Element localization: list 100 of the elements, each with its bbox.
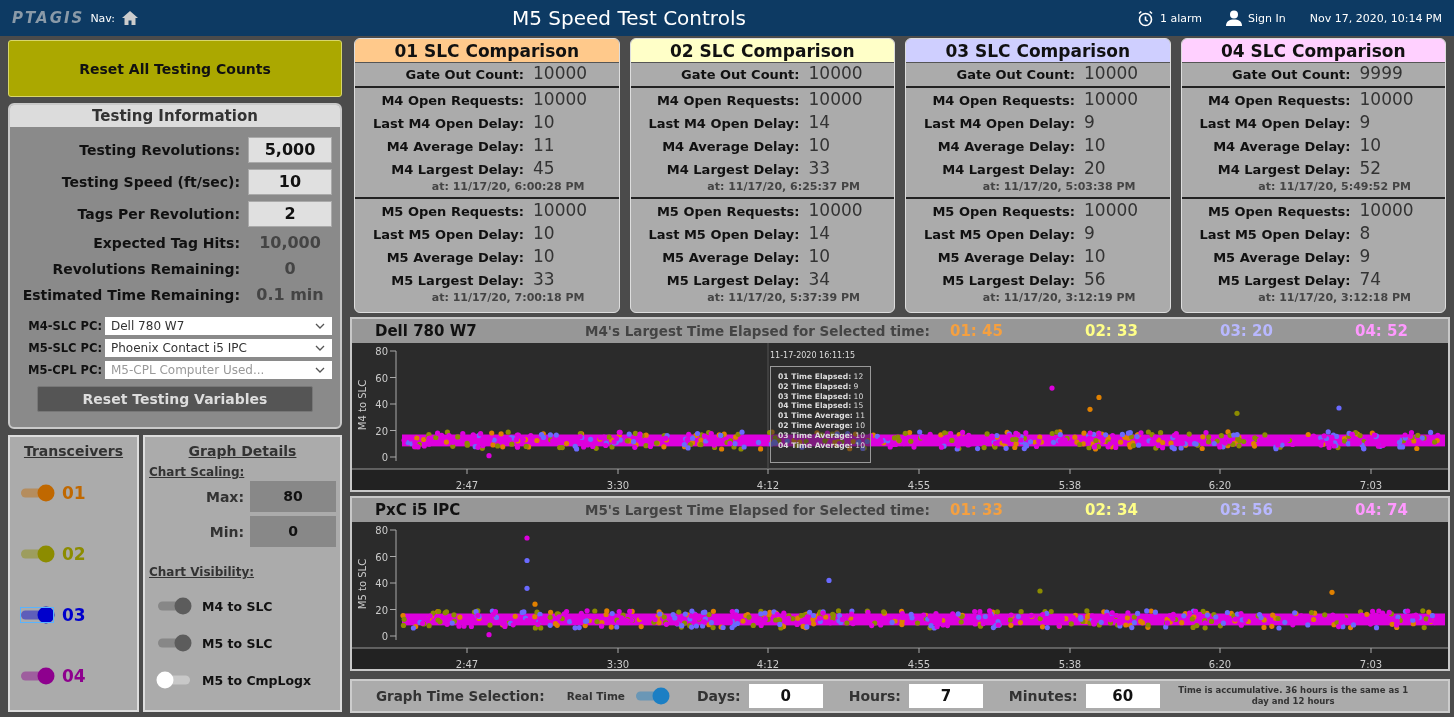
largest-value: 01: 33 (950, 501, 1004, 519)
largest-value: 04: 74 (1355, 501, 1409, 519)
alarm-clock-icon[interactable] (1136, 9, 1154, 27)
y-tick-label: 80 (375, 525, 388, 536)
stat-label: Gate Out Count: (404, 66, 524, 84)
visibility-toggle[interactable] (155, 596, 193, 616)
visibility-label: M5 to CmpLogx (202, 672, 312, 688)
readout-value: 0.1 min (255, 285, 325, 305)
stat-value: 9 (1359, 112, 1372, 132)
stat-label: M5 Average Delay: (936, 249, 1075, 267)
stat-label: M5 Largest Delay: (665, 272, 800, 290)
chevron-down-icon[interactable] (315, 367, 325, 373)
stat-label: Last M4 Open Delay: (647, 115, 800, 133)
transceiver-toggle[interactable] (18, 604, 56, 625)
reset-all-button[interactable]: Reset All Testing Counts (8, 40, 342, 97)
transceiver-toggle[interactable] (18, 544, 56, 565)
x-tick-label: 7:03 (1359, 659, 1383, 669)
select-field[interactable]: Phoenix Contact i5 IPC (105, 339, 332, 357)
stat-label: M4 Average Delay: (936, 138, 1075, 156)
real-time-toggle[interactable] (633, 686, 671, 706)
stat-label: M4 Average Delay: (1212, 138, 1351, 156)
readout-label: Revolutions Remaining: (51, 261, 240, 277)
x-tick-label: 6:20 (1208, 480, 1232, 490)
toggle-label: Real Time (566, 690, 625, 702)
input-field[interactable]: 0 (250, 516, 336, 547)
device-name: PxC i5 IPC (375, 501, 462, 519)
card-title: 04 SLC Comparison (1181, 39, 1445, 63)
stat-label: M4 Open Requests: (380, 92, 524, 110)
largest-value: 04: 52 (1355, 322, 1409, 340)
date-time: Nov 17, 2020, 10:14 PM (1309, 11, 1442, 25)
stat-value: 10 (533, 112, 556, 132)
stat-label: M5 Open Requests: (380, 203, 524, 221)
y-tick-label: 20 (375, 604, 388, 616)
input-field[interactable]: 10 (248, 169, 332, 195)
stat-label: Last M4 Open Delay: (922, 115, 1075, 133)
select-label: M5-SLC PC: (27, 341, 102, 355)
input-field[interactable]: 5,000 (248, 137, 332, 163)
card-title: 02 SLC Comparison (630, 39, 894, 63)
stat-label: M4 Largest Delay: (390, 161, 524, 179)
stat-label: Gate Out Count: (680, 66, 800, 84)
stat-value: 10000 (533, 89, 589, 109)
field-label: Hours: (848, 688, 901, 704)
visibility-toggle[interactable] (155, 633, 193, 653)
y-tick-label: 60 (375, 551, 388, 563)
stat-label: M5 Largest Delay: (941, 272, 1075, 290)
scaling-label: Min: (208, 523, 244, 540)
transceiver-toggle[interactable] (18, 483, 56, 504)
timestamp: at: 11/17/20, 5:03:38 PM (981, 181, 1137, 193)
input-field[interactable]: 0 (748, 684, 823, 708)
input-field[interactable]: 60 (1085, 684, 1160, 708)
readout-label: Expected Tag Hits: (92, 235, 240, 251)
sign-in-link[interactable]: Sign In (1248, 11, 1286, 25)
stat-value: 74 (1359, 269, 1383, 289)
timestamp: at: 11/17/20, 6:00:28 PM (430, 181, 586, 193)
field-label: Tags Per Revolution: (76, 206, 240, 222)
timestamp: at: 11/17/20, 5:37:39 PM (706, 292, 861, 304)
section-title: Chart Visibility: (149, 565, 255, 579)
chevron-down-icon[interactable] (315, 323, 325, 329)
time-note: Time is accumulative. 36 hours is the same as 1 day and 12 hours (1177, 685, 1410, 707)
reset-testing-variables-button[interactable]: Reset Testing Variables (37, 386, 313, 412)
x-tick-label: 2:47 (455, 659, 479, 669)
input-field[interactable]: 80 (250, 481, 336, 512)
alarm-count[interactable]: 1 alarm (1159, 11, 1202, 25)
user-icon[interactable] (1226, 10, 1242, 26)
scaling-label: Max: (205, 488, 244, 505)
field-label: Days: (697, 688, 741, 704)
card-title: 01 SLC Comparison (355, 39, 619, 63)
select-field[interactable]: Dell 780 W7 (105, 317, 332, 335)
stat-value: 56 (1084, 269, 1107, 289)
stat-label: M4 Open Requests: (1206, 92, 1351, 110)
y-tick-label: 20 (375, 425, 388, 437)
stat-label: Last M5 Open Delay: (647, 226, 800, 244)
chevron-down-icon[interactable] (315, 345, 325, 351)
home-icon[interactable] (120, 10, 139, 26)
select-label: M5-CPL PC: (27, 363, 102, 377)
stat-label: M4 Largest Delay: (941, 161, 1075, 179)
transceiver-toggle[interactable] (18, 665, 56, 686)
section-title: Chart Scaling: (149, 465, 246, 479)
largest-value: 02: 33 (1085, 322, 1139, 340)
stat-value: 14 (808, 112, 832, 132)
timestamp: at: 11/17/20, 5:49:52 PM (1257, 181, 1412, 193)
x-tick-label: 4:55 (907, 659, 931, 669)
y-tick-label: 40 (375, 578, 388, 589)
stat-value: 10000 (808, 63, 864, 83)
stat-label: Gate Out Count: (1231, 66, 1351, 84)
y-axis-label: M4 to SLC (357, 379, 368, 431)
timestamp: at: 11/17/20, 7:00:18 PM (430, 292, 586, 304)
stat-label: Last M5 Open Delay: (922, 226, 1075, 244)
field-label: Minutes: (1008, 688, 1078, 704)
largest-value: 03: 56 (1220, 501, 1274, 519)
visibility-toggle[interactable] (155, 670, 193, 690)
nav-label: Nav: (90, 11, 115, 25)
stat-label: Last M4 Open Delay: (1198, 115, 1351, 133)
input-field[interactable]: 2 (248, 201, 332, 227)
stat-value: 14 (808, 223, 832, 243)
stat-value: 10000 (808, 200, 864, 220)
input-field[interactable]: 7 (908, 684, 983, 708)
stat-value: 33 (808, 158, 832, 178)
x-tick-label: 3:30 (606, 659, 630, 669)
stat-label: M5 Average Delay: (1212, 249, 1351, 267)
